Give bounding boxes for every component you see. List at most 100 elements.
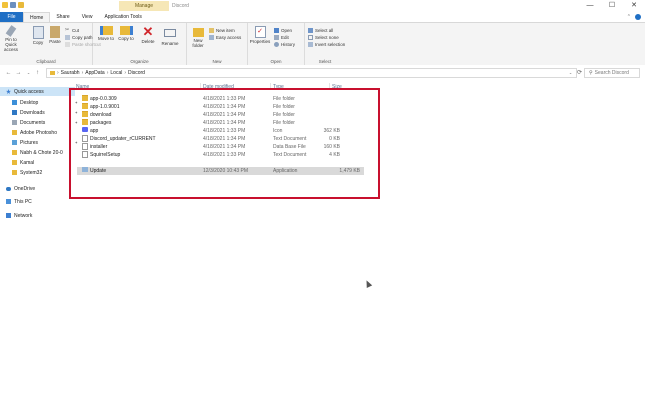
nav-this-pc[interactable]: This PC xyxy=(0,197,75,206)
easy-access-button[interactable]: Easy access xyxy=(209,34,241,40)
history-icon xyxy=(274,41,279,47)
search-icon: ⚲ xyxy=(589,70,593,76)
delete-button[interactable]: ✕ Delete xyxy=(139,25,157,44)
tab-home[interactable]: Home xyxy=(23,12,51,22)
tab-share[interactable]: Share xyxy=(50,12,75,22)
quick-access-toolbar xyxy=(2,2,24,8)
history-button[interactable]: History xyxy=(274,41,295,47)
copy-to-button[interactable]: Copy to xyxy=(117,26,135,41)
cut-button[interactable]: ✂ Cut xyxy=(65,27,79,33)
context-tab-manage[interactable]: Manage xyxy=(119,1,169,11)
tab-file[interactable]: File xyxy=(0,12,23,22)
delete-label: Delete xyxy=(141,39,155,44)
breadcrumb-local[interactable]: Local xyxy=(110,70,122,76)
document-icon xyxy=(12,120,17,125)
title-bar: Manage Discord — ☐ ✕ xyxy=(0,0,645,12)
help-icon[interactable] xyxy=(635,14,641,20)
open-label: Open xyxy=(281,27,293,33)
easy-access-label: Easy access xyxy=(216,34,242,40)
folder-icon xyxy=(12,150,17,155)
edit-button[interactable]: Edit xyxy=(274,34,289,40)
clipboard-group: Pin to Quick access Copy Paste ✂ Cut Cop… xyxy=(0,23,101,65)
save-icon[interactable] xyxy=(10,2,16,8)
computer-icon xyxy=(6,199,11,204)
maximize-button[interactable]: ☐ xyxy=(601,0,623,12)
new-group: New folder New item Easy access New xyxy=(187,23,248,65)
nav-label: Downloads xyxy=(20,109,45,116)
organize-label: Organize xyxy=(130,59,149,64)
search-input[interactable]: ⚲ Search Discord xyxy=(584,68,640,78)
cut-label: Cut xyxy=(72,27,80,33)
organize-group: Move to Copy to ✕ Delete Rename Organize xyxy=(93,23,187,65)
folder-icon xyxy=(12,160,17,165)
open-icon xyxy=(274,27,279,33)
tab-application-tools[interactable]: Application Tools xyxy=(98,12,147,22)
download-icon xyxy=(12,110,17,115)
paste-button[interactable]: Paste xyxy=(46,26,64,44)
new-folder-icon[interactable] xyxy=(18,2,24,8)
copy-icon xyxy=(32,26,44,39)
address-bar[interactable]: › Saurabh › AppData › Local › Discord xyxy=(46,68,577,78)
ribbon-controls: ⌃ xyxy=(627,12,641,22)
network-icon xyxy=(6,213,11,218)
new-folder-button[interactable]: New folder xyxy=(189,26,207,48)
invert-selection-icon xyxy=(308,41,313,47)
select-all-button[interactable]: Select all xyxy=(308,27,333,33)
up-button[interactable]: ↑ xyxy=(34,69,41,77)
rename-label: Rename xyxy=(161,41,179,46)
forward-button[interactable]: → xyxy=(15,69,22,77)
new-folder-label: New folder xyxy=(192,38,204,48)
minimize-button[interactable]: — xyxy=(579,0,601,12)
nav-network[interactable]: Network xyxy=(0,211,75,220)
paste-icon xyxy=(50,26,60,38)
breadcrumb-appdata[interactable]: AppData xyxy=(85,70,104,76)
breadcrumb-saurabh[interactable]: Saurabh xyxy=(61,70,80,76)
copy-path-icon xyxy=(65,34,70,40)
copy-label: Copy xyxy=(32,40,44,45)
copy-path-label: Copy path xyxy=(72,34,93,40)
move-to-icon xyxy=(99,26,113,35)
pin-quick-access-button[interactable]: Pin to Quick access xyxy=(1,25,21,52)
edit-icon xyxy=(274,34,279,40)
open-button[interactable]: Open xyxy=(274,27,292,33)
close-button[interactable]: ✕ xyxy=(623,0,645,12)
tab-view[interactable]: View xyxy=(76,12,99,22)
recent-locations-button[interactable]: ⌄ xyxy=(25,69,32,77)
edit-label: Edit xyxy=(281,34,289,40)
new-item-icon xyxy=(209,27,214,33)
new-item-button[interactable]: New item xyxy=(209,27,235,33)
rename-icon xyxy=(164,29,176,37)
pin-icon xyxy=(5,25,17,37)
copy-path-button[interactable]: Copy path xyxy=(65,34,93,40)
nav-label: Adobe Photosho xyxy=(20,129,57,136)
paste-shortcut-icon xyxy=(65,41,70,47)
nav-label: Kamal xyxy=(20,159,35,166)
select-all-icon xyxy=(308,27,313,33)
nav-label: Pictures xyxy=(20,139,39,146)
back-button[interactable]: ← xyxy=(5,69,12,77)
invert-selection-button[interactable]: Invert selection xyxy=(308,41,345,47)
move-to-button[interactable]: Move to xyxy=(97,26,115,41)
search-placeholder: Search Discord xyxy=(594,70,629,76)
properties-button[interactable]: ✓ Properties xyxy=(249,26,271,44)
rename-button[interactable]: Rename xyxy=(161,26,179,46)
folder-icon xyxy=(50,71,55,75)
nav-label: Nabh & Chote 20-0 xyxy=(20,149,63,156)
folder-icon[interactable] xyxy=(2,2,8,8)
copy-button[interactable]: Copy xyxy=(29,26,47,45)
address-bar-area: ← → ⌄ ↑ › Saurabh › AppData › Local › Di… xyxy=(0,65,645,81)
move-to-label: Move to xyxy=(97,36,114,41)
ribbon: Pin to Quick access Copy Paste ✂ Cut Cop… xyxy=(0,22,645,66)
collapse-ribbon-icon[interactable]: ⌃ xyxy=(627,14,631,20)
select-none-button[interactable]: Select none xyxy=(308,34,339,40)
new-label: New xyxy=(212,59,222,64)
address-dropdown-button[interactable]: ⌄ xyxy=(567,69,574,77)
pin-label: Pin to Quick access xyxy=(3,37,18,52)
nav-onedrive[interactable]: OneDrive xyxy=(0,184,75,193)
nav-label: This PC xyxy=(14,198,32,205)
nav-quick-access[interactable]: Quick access xyxy=(0,87,75,96)
breadcrumb-discord[interactable]: Discord xyxy=(128,70,145,76)
scissors-icon: ✂ xyxy=(65,26,70,33)
new-item-label: New item xyxy=(216,27,235,33)
refresh-button[interactable]: ⟳ xyxy=(576,69,583,77)
